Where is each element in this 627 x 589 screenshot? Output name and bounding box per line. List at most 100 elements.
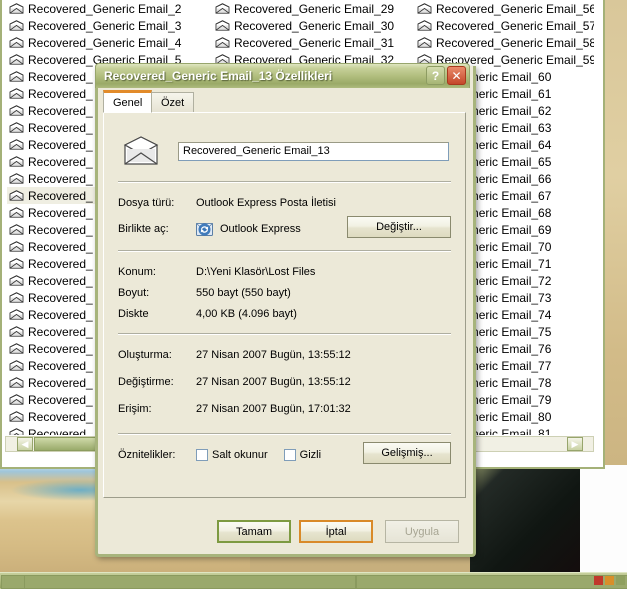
field-label: Erişim: bbox=[118, 402, 152, 415]
dialog-footer: Tamam İptal Uygula bbox=[98, 520, 473, 544]
hidden-checkbox[interactable] bbox=[283, 449, 296, 461]
file-properties-dialog[interactable]: Recovered_Generic Email_13 Özellikleri ?… bbox=[95, 63, 476, 557]
list-item-label: Recovered_Generic Email_31 bbox=[234, 35, 395, 50]
field-konum: Konum: D:\Yeni Klasör\Lost Files bbox=[118, 261, 451, 282]
general-tab-panel: Dosya türü: Outlook Express Posta İletis… bbox=[103, 112, 466, 498]
envelope-icon bbox=[9, 122, 24, 133]
advanced-button[interactable]: Gelişmiş... bbox=[363, 442, 451, 464]
envelope-icon bbox=[9, 190, 24, 201]
envelope-icon bbox=[9, 411, 24, 422]
field-value: 27 Nisan 2007 Bugün, 13:55:12 bbox=[196, 375, 351, 388]
list-item-label: Recovered_ bbox=[28, 375, 93, 390]
wallpaper-white-region bbox=[580, 465, 627, 572]
divider-2 bbox=[118, 250, 451, 252]
list-item[interactable]: Recovered_Generic Email_29 bbox=[213, 0, 413, 17]
list-item-label: Recovered_ bbox=[28, 426, 93, 436]
field-label: Diskte bbox=[118, 307, 149, 320]
field-value: 27 Nisan 2007 Bugün, 17:01:32 bbox=[196, 402, 351, 415]
envelope-icon bbox=[9, 71, 24, 82]
list-item-label: Recovered_ bbox=[28, 188, 93, 203]
hidden-checkbox-wrapper[interactable]: Gizli bbox=[283, 449, 322, 461]
envelope-icon bbox=[9, 156, 24, 167]
field-label: Değiştirme: bbox=[118, 375, 174, 388]
field-value: 4,00 KB (4.096 bayt) bbox=[196, 307, 297, 320]
attributes-label: Öznitelikler: bbox=[118, 449, 176, 461]
scroll-right-arrow-icon[interactable]: ▶ bbox=[567, 437, 583, 451]
list-item[interactable]: Recovered_Generic Email_3 bbox=[7, 17, 207, 34]
readonly-checkbox-wrapper[interactable]: Salt okunur bbox=[196, 449, 268, 461]
close-icon[interactable]: ✕ bbox=[447, 66, 466, 85]
field-value: Outlook Express Posta İletisi bbox=[196, 196, 337, 209]
envelope-icon bbox=[215, 3, 230, 14]
list-item[interactable]: Recovered_Generic Email_58 bbox=[415, 34, 594, 51]
dialog-title-bar[interactable]: Recovered_Generic Email_13 Özellikleri ?… bbox=[95, 63, 470, 88]
list-item[interactable]: Recovered_Generic Email_57 bbox=[415, 17, 594, 34]
envelope-icon bbox=[215, 20, 230, 31]
readonly-checkbox[interactable] bbox=[196, 449, 208, 461]
divider-1 bbox=[118, 181, 451, 183]
system-tray[interactable] bbox=[594, 574, 625, 587]
divider-4 bbox=[118, 433, 451, 435]
list-item-label: Recovered_ bbox=[28, 256, 93, 271]
envelope-icon bbox=[9, 343, 24, 354]
envelope-icon bbox=[9, 428, 24, 435]
tray-icon-3[interactable] bbox=[616, 576, 625, 585]
envelope-icon bbox=[9, 224, 24, 235]
envelope-icon bbox=[9, 37, 24, 48]
hidden-label: Gizli bbox=[299, 449, 322, 461]
ok-button[interactable]: Tamam bbox=[217, 520, 291, 543]
list-item-label: Recovered_ bbox=[28, 154, 93, 169]
list-item-label: Recovered_Generic Email_57 bbox=[436, 18, 594, 33]
list-item-label: Recovered_Generic Email_3 bbox=[28, 18, 182, 33]
tab-strip[interactable]: Genel Özet bbox=[103, 90, 466, 113]
taskbar[interactable] bbox=[0, 572, 627, 589]
list-item[interactable]: Recovered_Generic Email_56 bbox=[415, 0, 594, 17]
envelope-icon bbox=[9, 139, 24, 150]
tray-icon-2[interactable] bbox=[605, 576, 614, 585]
list-item-label: Recovered_ bbox=[28, 290, 93, 305]
list-item[interactable]: Recovered_Generic Email_4 bbox=[7, 34, 207, 51]
list-item-label: Recovered_ bbox=[28, 392, 93, 407]
envelope-icon bbox=[9, 207, 24, 218]
field-label: Oluşturma: bbox=[118, 348, 172, 361]
list-item-label: Recovered_ bbox=[28, 358, 93, 373]
envelope-icon bbox=[9, 105, 24, 116]
file-name-input[interactable] bbox=[178, 141, 449, 161]
list-item[interactable]: Recovered_Generic Email_31 bbox=[213, 34, 413, 51]
list-item-label: Recovered_ bbox=[28, 137, 93, 152]
field-value: 27 Nisan 2007 Bugün, 13:55:12 bbox=[196, 348, 351, 361]
list-item-label: Recovered_ bbox=[28, 171, 93, 186]
list-item-label: Recovered_ bbox=[28, 409, 93, 424]
envelope-icon bbox=[417, 20, 432, 31]
field-label: Boyut: bbox=[118, 286, 150, 299]
cancel-button[interactable]: İptal bbox=[299, 520, 373, 543]
help-icon[interactable]: ? bbox=[426, 66, 445, 85]
list-item-label: Recovered_Generic Email_4 bbox=[28, 35, 182, 50]
envelope-icon bbox=[9, 360, 24, 371]
dialog-title: Recovered_Generic Email_13 Özellikleri bbox=[104, 69, 333, 83]
tab-genel[interactable]: Genel bbox=[103, 90, 153, 113]
list-item-label: Recovered_ bbox=[28, 69, 93, 84]
field-label: Konum: bbox=[118, 265, 156, 278]
tab-ozet[interactable]: Özet bbox=[151, 92, 195, 113]
field-erisim: Erişim: 27 Nisan 2007 Bugün, 17:01:32 bbox=[118, 398, 451, 419]
tray-icon-1[interactable] bbox=[594, 576, 603, 585]
field-value: 550 bayt (550 bayt) bbox=[196, 286, 291, 299]
scroll-left-arrow-icon[interactable]: ◀ bbox=[17, 437, 33, 451]
list-item[interactable]: Recovered_Generic Email_2 bbox=[7, 0, 207, 17]
envelope-icon bbox=[9, 377, 24, 388]
field-value: Outlook Express bbox=[220, 223, 301, 235]
change-button[interactable]: Değiştir... bbox=[347, 216, 451, 238]
envelope-icon bbox=[215, 37, 230, 48]
list-item[interactable]: Recovered_Generic Email_30 bbox=[213, 17, 413, 34]
envelope-icon bbox=[9, 309, 24, 320]
field-label: Dosya türü: bbox=[118, 196, 175, 209]
field-degistirme: Değiştirme: 27 Nisan 2007 Bugün, 13:55:1… bbox=[118, 371, 451, 392]
field-birlikte-ac: Birlikte aç: Outlook Express Değiştir... bbox=[118, 216, 451, 241]
list-item-label: Recovered_ bbox=[28, 307, 93, 322]
file-list-column-2[interactable]: Recovered_Generic Email_29 Recovered_Gene… bbox=[213, 0, 413, 68]
list-item-label: Recovered_Generic Email_2 bbox=[28, 1, 182, 16]
envelope-icon bbox=[9, 173, 24, 184]
envelope-icon bbox=[417, 3, 432, 14]
title-bar-buttons[interactable]: ? ✕ bbox=[426, 66, 466, 85]
